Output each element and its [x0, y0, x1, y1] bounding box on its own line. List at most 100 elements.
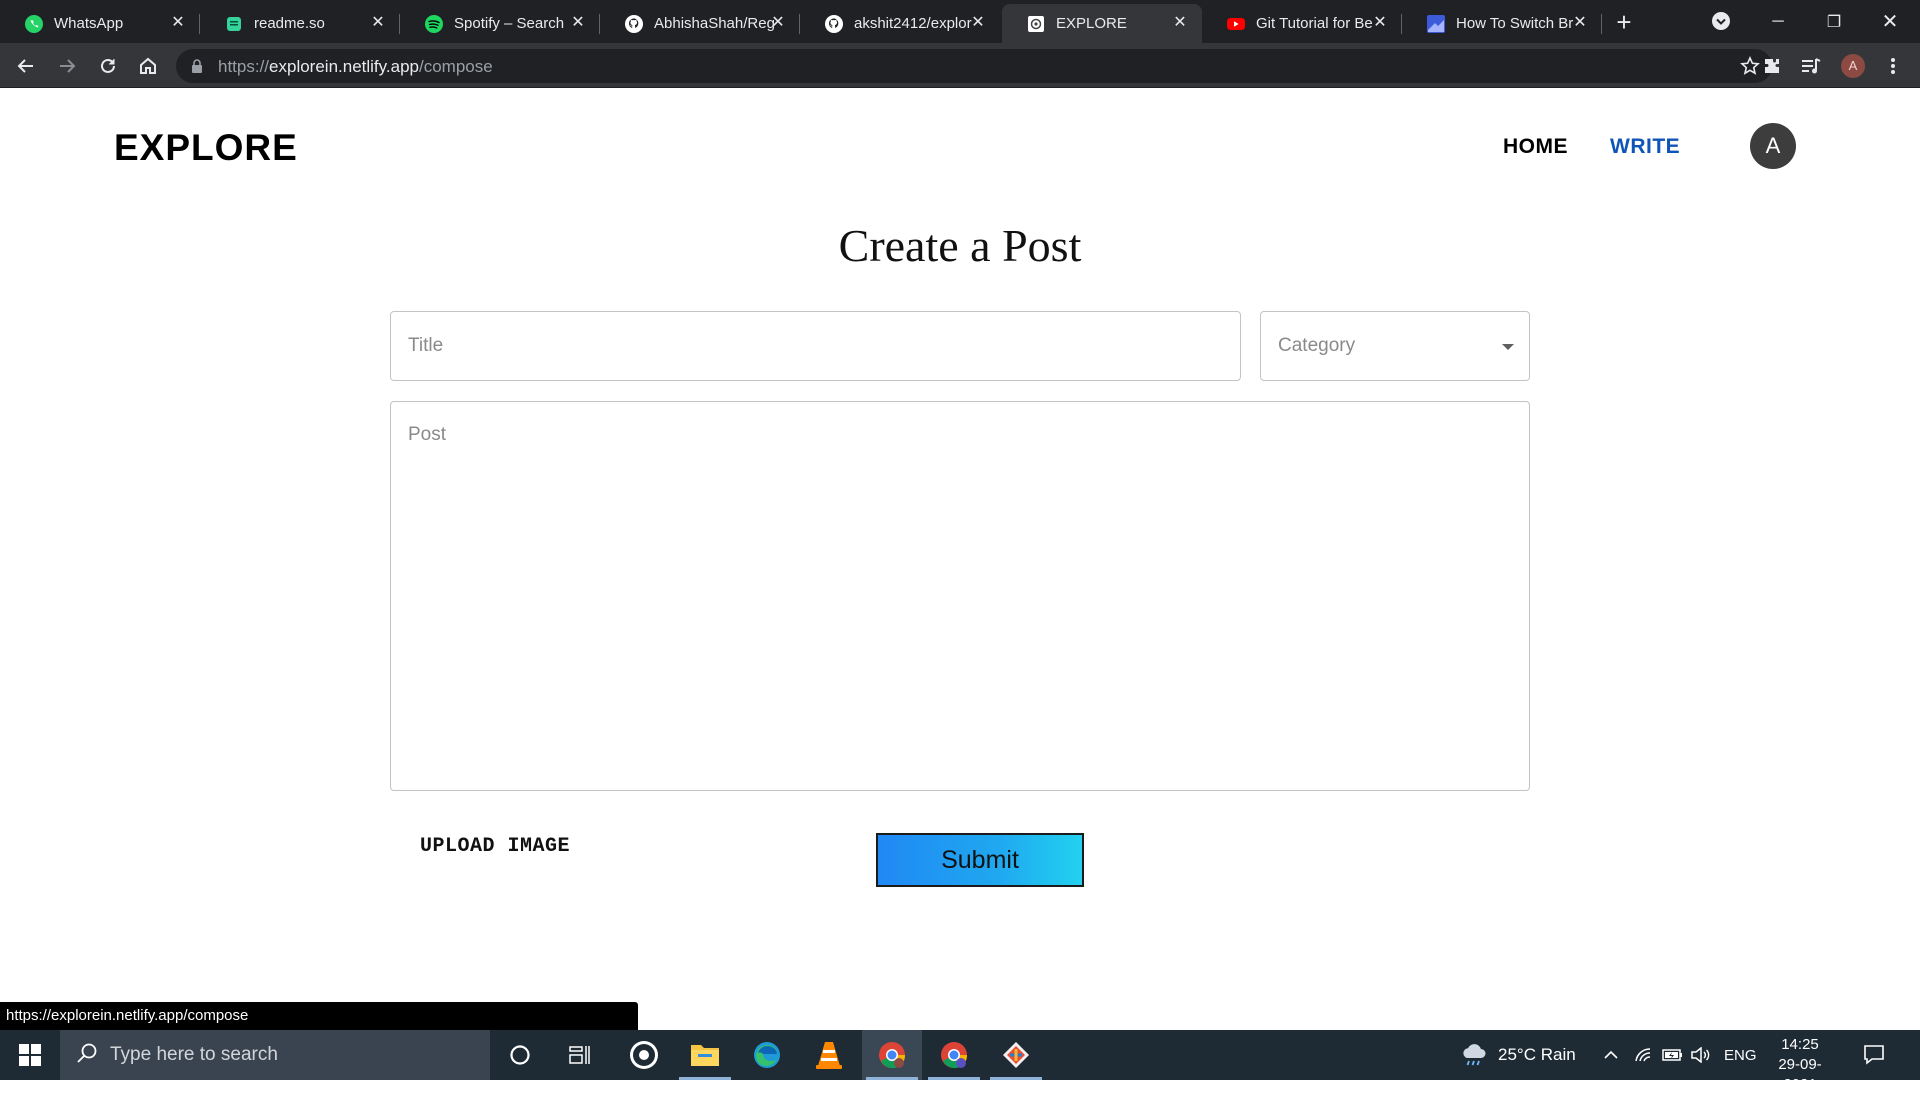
- tab-github-akshit[interactable]: akshit2412/explor ✕: [800, 4, 1000, 43]
- home-button[interactable]: [134, 52, 162, 80]
- volume-button[interactable]: [1690, 1030, 1710, 1080]
- profile-avatar-button[interactable]: A: [1841, 54, 1865, 78]
- taskbar-clock[interactable]: 14:25 29-09-2021: [1764, 1035, 1836, 1095]
- back-arrow-icon: [17, 59, 33, 73]
- taskbar-search-box[interactable]: Type here to search: [60, 1030, 490, 1080]
- tab-explore[interactable]: EXPLORE ✕: [1002, 4, 1202, 43]
- weather-text: 25°C Rain: [1498, 1045, 1576, 1064]
- tab-youtube[interactable]: Git Tutorial for Be ✕: [1202, 4, 1402, 43]
- article-icon: [1426, 14, 1446, 34]
- edge-icon: [754, 1042, 780, 1068]
- post-textarea[interactable]: [408, 424, 1512, 768]
- notification-icon: [1864, 1045, 1884, 1065]
- new-tab-button[interactable]: +: [1611, 9, 1637, 35]
- close-icon[interactable]: ✕: [968, 13, 988, 33]
- browser-tab-strip: WhatsApp ✕ readme.so ✕ Spotify – Search …: [0, 0, 1920, 43]
- windows-taskbar: Type here to search 25°C Rain ENG 14:25 …: [0, 1030, 1920, 1093]
- url-scheme: https://: [218, 57, 270, 76]
- chrome-icon: [941, 1042, 968, 1069]
- tab-label: Spotify – Search: [454, 15, 565, 32]
- post-field[interactable]: [390, 401, 1530, 791]
- title-input[interactable]: [408, 335, 1223, 357]
- user-avatar[interactable]: A: [1750, 123, 1796, 169]
- show-hidden-icons-button[interactable]: [1603, 1030, 1619, 1080]
- vlc-icon: [816, 1042, 842, 1069]
- close-icon[interactable]: ✕: [568, 13, 588, 33]
- weather-widget[interactable]: 25°C Rain: [1460, 1030, 1576, 1080]
- github-icon: [824, 14, 844, 34]
- tab-label: AbhishaShah/Reg: [654, 15, 775, 32]
- close-icon[interactable]: ✕: [1570, 13, 1590, 33]
- taskbar-app-vlc[interactable]: [799, 1030, 859, 1080]
- wifi-icon: [1635, 1048, 1651, 1062]
- chevron-up-icon: [1604, 1050, 1618, 1059]
- taskbar-app-git-tool[interactable]: [986, 1030, 1046, 1080]
- clock-date: 29-09-2021: [1778, 1056, 1822, 1093]
- taskbar-app-chrome-active[interactable]: [862, 1030, 922, 1080]
- title-field[interactable]: [390, 311, 1241, 381]
- whatsapp-icon: [24, 14, 44, 34]
- battery-charging-icon: [1662, 1049, 1682, 1061]
- taskbar-app-edge[interactable]: [737, 1030, 797, 1080]
- reload-button[interactable]: [94, 52, 122, 80]
- forward-arrow-icon: [60, 59, 76, 73]
- page-title: Create a Post: [838, 220, 1082, 271]
- cortana-button[interactable]: [490, 1030, 550, 1080]
- category-select[interactable]: Category: [1260, 311, 1530, 381]
- lock-icon[interactable]: [190, 58, 204, 79]
- battery-button[interactable]: [1662, 1030, 1684, 1080]
- kebab-menu-icon[interactable]: [1881, 54, 1905, 78]
- browser-toolbar: https://explorein.netlify.app/compose A: [0, 43, 1920, 88]
- tab-readme[interactable]: readme.so ✕: [200, 4, 400, 43]
- taskbar-app-obs[interactable]: [614, 1030, 674, 1080]
- clock-time: 14:25: [1781, 1036, 1819, 1053]
- obs-icon: [630, 1041, 658, 1069]
- extensions-icon[interactable]: [1760, 54, 1784, 78]
- back-button[interactable]: [12, 52, 40, 80]
- tab-switch-branch[interactable]: How To Switch Br ✕: [1402, 4, 1602, 43]
- home-icon: [140, 57, 156, 74]
- tab-label: WhatsApp: [54, 15, 124, 32]
- tab-label: Git Tutorial for Be: [1256, 15, 1373, 32]
- bookmark-star-icon[interactable]: [1740, 56, 1760, 81]
- nav-write-link[interactable]: WRITE: [1610, 135, 1680, 159]
- nav-home-link[interactable]: HOME: [1503, 135, 1568, 159]
- chrome-icon: [879, 1042, 906, 1069]
- notification-center-button[interactable]: [1862, 1042, 1886, 1071]
- category-value: Category: [1278, 335, 1356, 356]
- tab-search-icon[interactable]: [1710, 10, 1732, 32]
- submit-button[interactable]: Submit: [876, 833, 1084, 887]
- close-icon[interactable]: ✕: [1370, 13, 1390, 33]
- link-status-bar: https://explorein.netlify.app/compose: [0, 1002, 638, 1030]
- close-icon[interactable]: ✕: [1170, 13, 1190, 33]
- task-view-button[interactable]: [550, 1030, 610, 1080]
- network-button[interactable]: [1634, 1030, 1652, 1080]
- address-bar[interactable]: https://explorein.netlify.app/compose: [176, 49, 1772, 83]
- tab-label: akshit2412/explor: [854, 15, 972, 32]
- tab-spotify[interactable]: Spotify – Search ✕: [400, 4, 600, 43]
- restore-button[interactable]: ❐: [1806, 0, 1862, 43]
- close-window-button[interactable]: ✕: [1862, 0, 1918, 43]
- site-logo[interactable]: EXPLORE: [114, 127, 298, 169]
- dropdown-arrow-icon: [1502, 344, 1514, 350]
- tab-label: readme.so: [254, 15, 325, 32]
- close-icon[interactable]: ✕: [368, 13, 388, 33]
- forward-button[interactable]: [53, 52, 81, 80]
- close-icon[interactable]: ✕: [768, 13, 788, 33]
- url-text[interactable]: https://explorein.netlify.app/compose: [218, 57, 493, 77]
- search-icon: [76, 1042, 98, 1069]
- spotify-icon: [424, 14, 444, 34]
- taskbar-app-chrome-profile[interactable]: [924, 1030, 984, 1080]
- tab-label: How To Switch Br: [1456, 15, 1574, 32]
- tab-whatsapp[interactable]: WhatsApp ✕: [0, 4, 200, 43]
- tab-separator: [1601, 14, 1602, 34]
- minimize-button[interactable]: ─: [1750, 0, 1806, 43]
- media-control-icon[interactable]: [1799, 54, 1823, 78]
- tab-github-abhishashah[interactable]: AbhishaShah/Reg ✕: [600, 4, 800, 43]
- git-tool-icon: [1003, 1042, 1029, 1068]
- taskbar-app-file-explorer[interactable]: [675, 1030, 735, 1080]
- close-icon[interactable]: ✕: [168, 13, 188, 33]
- input-language[interactable]: ENG: [1724, 1030, 1757, 1080]
- upload-image-button[interactable]: UPLOAD IMAGE: [420, 835, 570, 858]
- start-button[interactable]: [0, 1030, 60, 1080]
